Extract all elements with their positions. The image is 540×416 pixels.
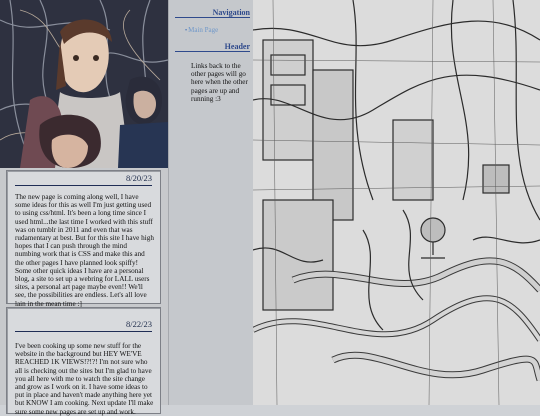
- post-body: I've been cooking up some new stuff for …: [15, 342, 154, 416]
- navigation-heading: Navigation: [212, 8, 250, 17]
- header-heading: Header: [224, 42, 250, 51]
- nav-link-main-page[interactable]: •Main Page: [169, 26, 254, 34]
- bullet-icon: •: [185, 28, 188, 34]
- sidebar: Navigation •Main Page Header Links back …: [168, 0, 255, 405]
- blog-post: 8/22/23 I've been cooking up some new st…: [6, 307, 161, 416]
- header-artwork: [0, 0, 168, 168]
- background-artwork: [253, 0, 540, 405]
- header-text: Links back to the other pages will go he…: [191, 62, 248, 103]
- post-date: 8/22/23: [126, 319, 152, 329]
- blog-post: 8/20/23 The new page is coming along wel…: [6, 170, 161, 308]
- post-date: 8/20/23: [126, 173, 152, 183]
- nav-link-label: Main Page: [188, 26, 219, 34]
- post-body: The new page is coming along well, I hav…: [15, 193, 154, 308]
